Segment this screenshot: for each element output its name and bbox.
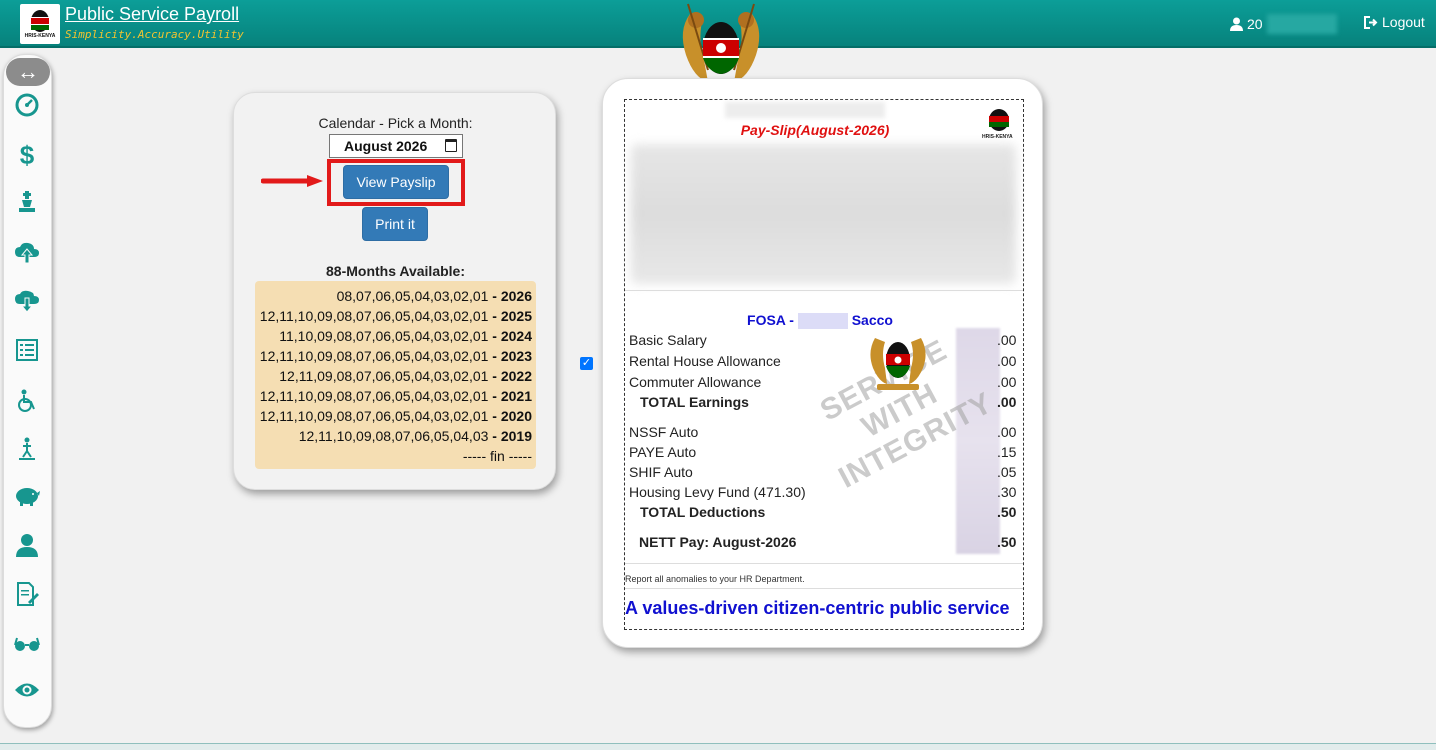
deduction-amount: .30: [997, 484, 1017, 500]
nett-pay-amount: .50: [997, 534, 1017, 550]
earning-amount: .00: [997, 353, 1017, 369]
total-deductions-amount: .50: [997, 504, 1017, 520]
payslip-panel: Pay-Slip(August-2026) HRIS-KENYA FOSA - …: [602, 78, 1043, 648]
list-icon[interactable]: [13, 339, 41, 367]
deduction-label: PAYE Auto: [629, 444, 697, 460]
deduction-label: NSSF Auto: [629, 424, 699, 440]
cloud-download-icon[interactable]: [13, 290, 41, 318]
months-list: 08,07,06,05,04,03,02,01 - 2026 12,11,10,…: [255, 281, 536, 469]
logout-label: Logout: [1382, 14, 1425, 30]
total-earnings-amount: .00: [997, 394, 1017, 410]
month-value: August 2026: [344, 138, 428, 154]
divider: [625, 563, 1023, 564]
app-title[interactable]: Public Service Payroll: [65, 4, 239, 25]
user-id: 20: [1247, 16, 1263, 32]
redacted-employee-details: [631, 144, 1016, 284]
redacted-user-name: [1266, 14, 1337, 34]
piggy-bank-icon[interactable]: [13, 485, 41, 513]
glasses-icon[interactable]: [13, 631, 41, 659]
sidebar: ↔ $: [3, 54, 52, 728]
calendar-label: Calendar - Pick a Month:: [318, 115, 473, 131]
motto: A values-driven citizen-centric public s…: [625, 598, 1010, 618]
deduction-amount: .05: [997, 464, 1017, 480]
logo-text: HRIS-KENYA: [24, 33, 56, 39]
deduction-amount: .15: [997, 444, 1017, 460]
user-icon: [1230, 17, 1243, 31]
view-payslip-button[interactable]: View Payslip: [343, 165, 449, 199]
report-note: Report all anomalies to your HR Departme…: [625, 574, 805, 584]
earning-label: Rental House Allowance: [629, 353, 781, 369]
total-deductions-label: TOTAL Deductions: [640, 504, 766, 520]
month-row: 12,11,10,09,08,07,06,05,04,03 - 2019: [298, 428, 532, 444]
payslip-document: Pay-Slip(August-2026) HRIS-KENYA FOSA - …: [624, 99, 1024, 630]
deduction-amount: .00: [997, 424, 1017, 440]
month-row: 12,11,10,09,08,07,06,05,04,03,02,01 - 20…: [259, 408, 532, 424]
calendar-icon[interactable]: [445, 139, 457, 152]
hris-kenya-logo: HRIS-KENYA: [982, 108, 1016, 142]
earning-amount: .00: [997, 332, 1017, 348]
sidebar-toggle-button[interactable]: ↔: [6, 58, 50, 86]
earning-label: Basic Salary: [629, 332, 707, 348]
chess-piece-icon[interactable]: [13, 190, 41, 218]
cloud-upload-icon[interactable]: [13, 241, 41, 269]
coat-of-arms-icon: [870, 338, 926, 390]
user-profile-icon[interactable]: [13, 533, 41, 561]
month-row: 12,11,10,09,08,07,06,05,04,03,02,01 - 20…: [259, 388, 532, 404]
months-fin: ----- fin -----: [462, 448, 532, 464]
arrow-annotation-icon: [261, 175, 323, 187]
redacted-header: [725, 102, 885, 118]
earning-amount: .00: [997, 374, 1017, 390]
redacted-sacco-name: [797, 313, 848, 330]
month-row: 12,11,10,09,08,07,06,05,04,03,02,01 - 20…: [259, 308, 532, 324]
print-button[interactable]: Print it: [362, 207, 428, 241]
wheelchair-icon[interactable]: [13, 389, 41, 417]
kenya-shield-icon: [31, 10, 49, 32]
month-row: 12,11,09,08,07,06,05,04,03,02,01 - 2022: [279, 368, 532, 384]
month-row: 11,10,09,08,07,06,05,04,03,02,01 - 2024: [279, 328, 532, 344]
payslip-title: Pay-Slip(August-2026): [740, 122, 890, 138]
hris-kenya-logo[interactable]: HRIS-KENYA: [20, 4, 60, 44]
user-menu[interactable]: 20: [1230, 14, 1337, 34]
logout-button[interactable]: Logout: [1364, 14, 1425, 30]
divider: [625, 290, 1023, 291]
deduction-label: SHIF Auto: [629, 464, 693, 480]
dashboard-icon[interactable]: [13, 93, 41, 121]
accessible-icon[interactable]: [13, 437, 41, 465]
earning-label: Commuter Allowance: [629, 374, 762, 390]
nett-pay-label: NETT Pay: August-2026: [639, 534, 797, 550]
deduction-label: Housing Levy Fund (471.30): [629, 484, 806, 500]
logout-icon: [1364, 15, 1378, 29]
logo-text: HRIS-KENYA: [982, 134, 1013, 140]
payslip-checkbox[interactable]: ✓: [580, 357, 593, 370]
month-row: 12,11,10,09,08,07,06,05,04,03,02,01 - 20…: [259, 348, 532, 364]
total-earnings-label: TOTAL Earnings: [640, 394, 749, 410]
eye-icon[interactable]: [13, 678, 41, 706]
footer-bar: [0, 743, 1436, 750]
divider: [625, 588, 1023, 589]
months-available-heading: 88-Months Available:: [326, 263, 465, 279]
app-tagline: Simplicity.Accuracy.Utility: [65, 28, 244, 41]
month-picker-input[interactable]: August 2026: [329, 134, 463, 158]
month-row: 08,07,06,05,04,03,02,01 - 2026: [336, 288, 532, 304]
dollar-icon[interactable]: $: [13, 141, 41, 169]
calendar-panel: Calendar - Pick a Month: August 2026 Vie…: [233, 92, 556, 490]
edit-document-icon[interactable]: [13, 582, 41, 610]
